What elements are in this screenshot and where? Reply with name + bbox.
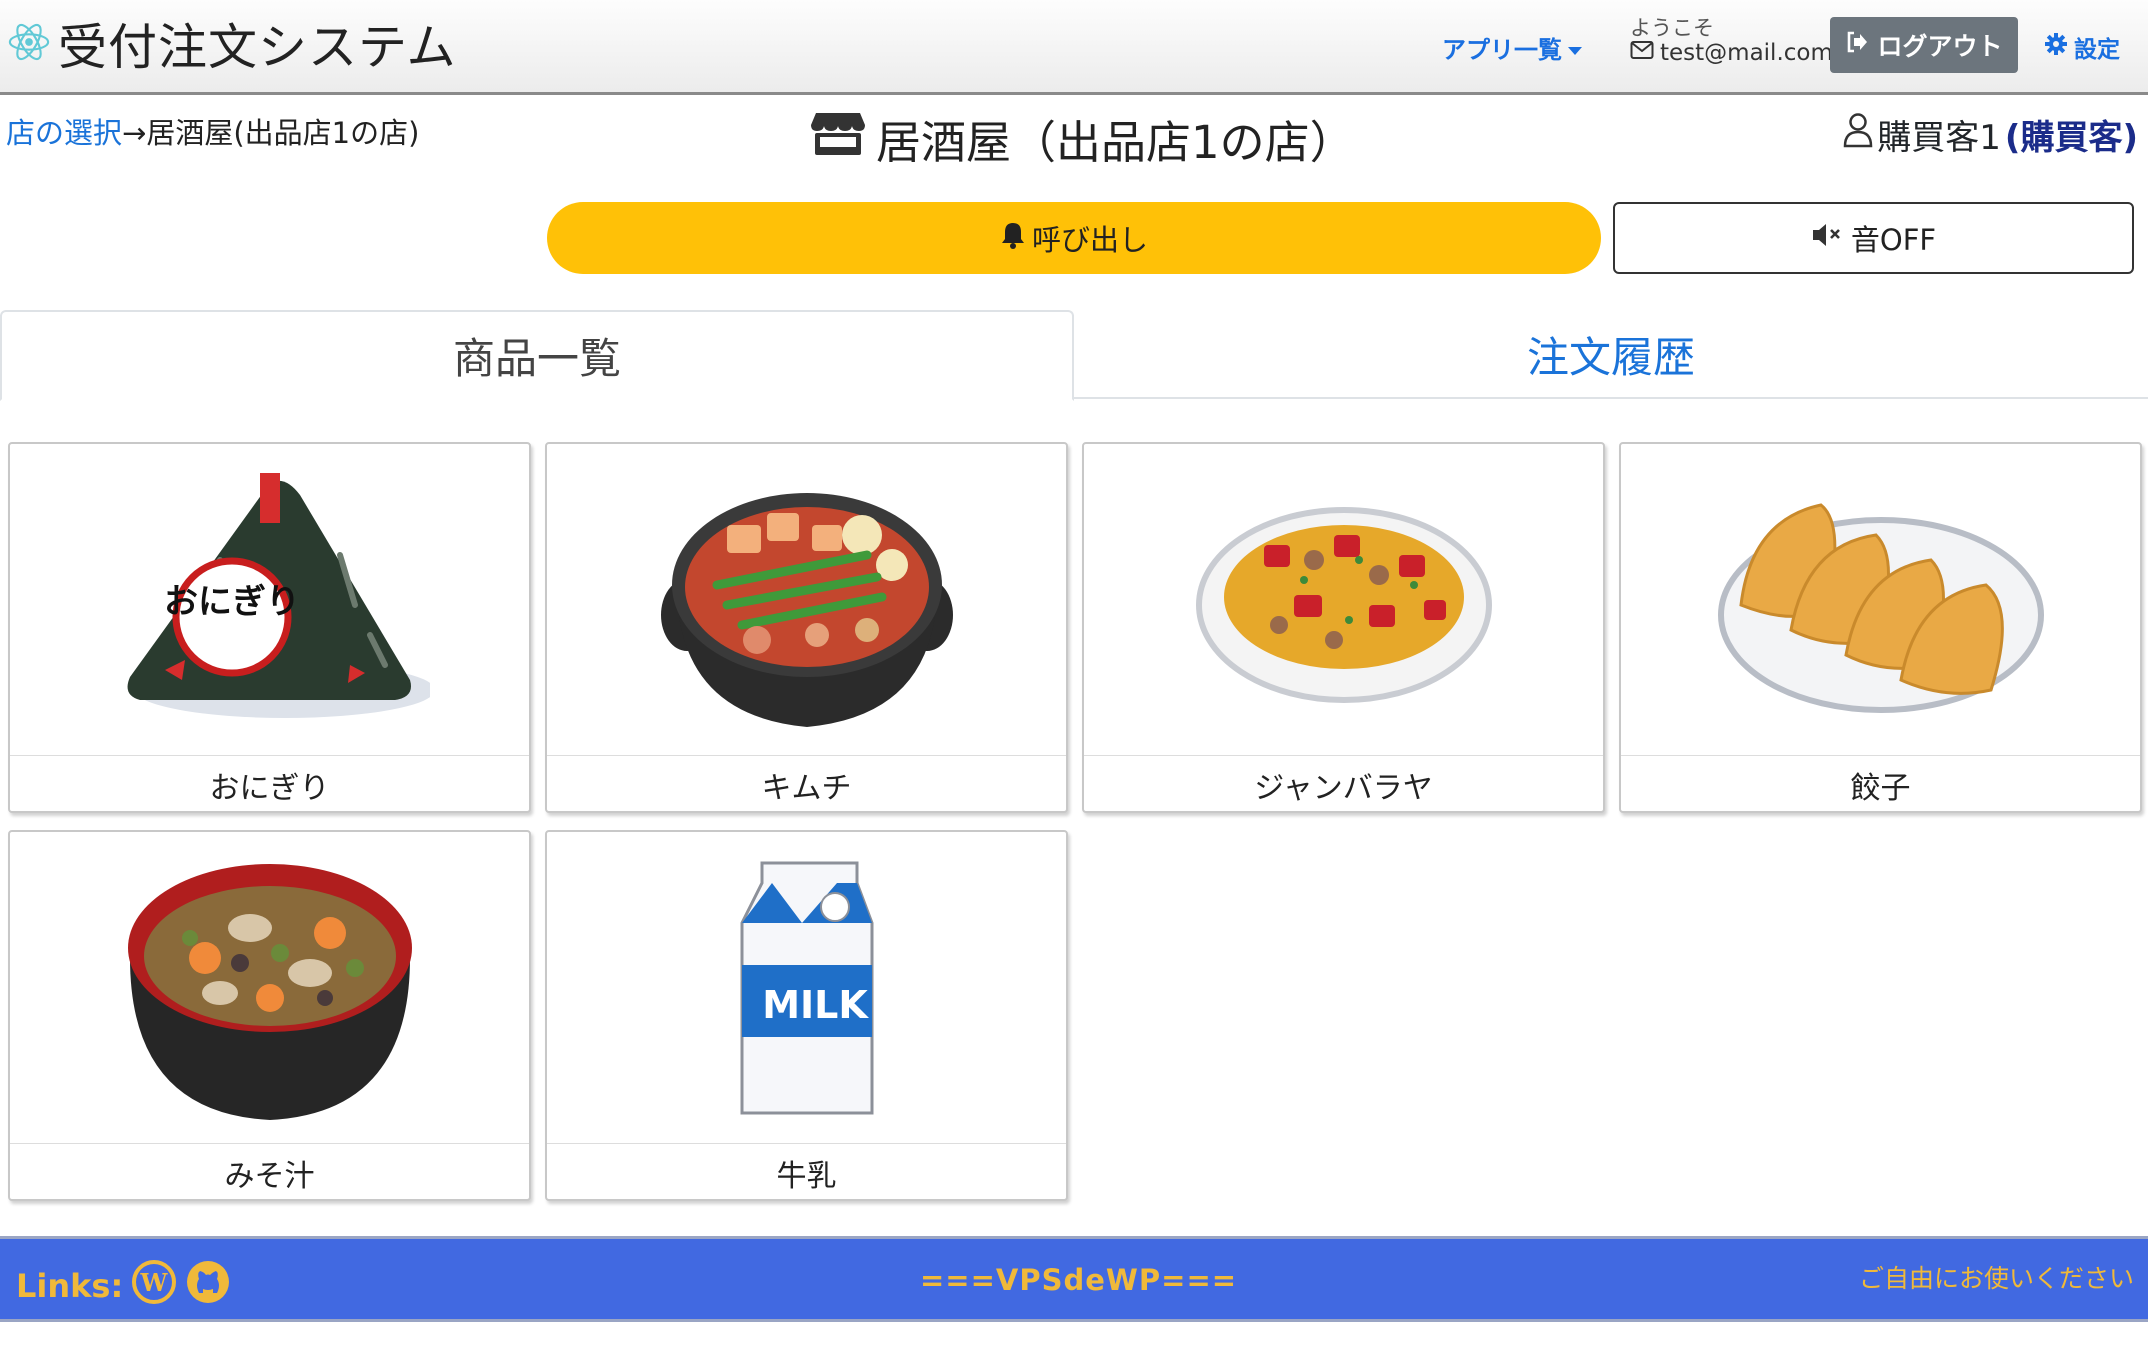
onigiri-image: おにぎり bbox=[10, 444, 529, 756]
app-list-label: アプリ一覧 bbox=[1442, 36, 1562, 64]
app-list-dropdown[interactable]: アプリ一覧 bbox=[1442, 30, 1582, 65]
user-info: 購買客1 (購買客) bbox=[1843, 110, 2138, 159]
tab-order-history[interactable]: 注文履歴 bbox=[1074, 310, 2148, 399]
user-name: 購買客1 bbox=[1877, 118, 2001, 158]
email-text: test@mail.com bbox=[1660, 40, 1833, 66]
tab-products[interactable]: 商品一覧 bbox=[0, 310, 1074, 401]
sign-out-icon bbox=[1845, 30, 1869, 61]
logout-button[interactable]: ログアウト bbox=[1830, 17, 2018, 73]
breadcrumb-current: →居酒屋(出品店1の店) bbox=[122, 116, 420, 150]
footer: Links: W ===VPSdeWP=== ご自由にお使いください bbox=[0, 1236, 2148, 1322]
footer-links: Links: W bbox=[16, 1259, 231, 1313]
links-label: Links: bbox=[16, 1267, 124, 1305]
product-name: ジャンバラヤ bbox=[1254, 771, 1433, 806]
user-icon bbox=[1843, 112, 1873, 157]
react-logo-icon bbox=[6, 19, 52, 69]
footer-center-text: ===VPSdeWP=== bbox=[920, 1263, 1238, 1297]
gear-icon bbox=[2044, 32, 2068, 62]
sound-label: 音OFF bbox=[1850, 223, 1937, 257]
tab-bar: 商品一覧 注文履歴 bbox=[0, 310, 2148, 401]
volume-mute-icon bbox=[1811, 221, 1845, 255]
caret-down-icon bbox=[1568, 47, 1582, 55]
gyoza-image bbox=[1621, 444, 2140, 756]
product-card[interactable]: 餃子 bbox=[1619, 442, 2142, 813]
product-name: キムチ bbox=[761, 771, 852, 806]
product-name: おにぎり bbox=[209, 771, 330, 806]
envelope-icon bbox=[1630, 40, 1654, 66]
store-icon bbox=[810, 109, 866, 168]
product-name: みそ汁 bbox=[224, 1159, 315, 1194]
kimchi-nabe-image bbox=[547, 444, 1066, 756]
bell-icon bbox=[1000, 221, 1026, 256]
user-email: test@mail.com bbox=[1630, 40, 1833, 66]
product-name: 牛乳 bbox=[776, 1159, 837, 1194]
svg-text:W: W bbox=[140, 1268, 169, 1297]
sound-toggle-button[interactable]: 音OFF bbox=[1613, 202, 2134, 274]
product-name: 餃子 bbox=[1850, 771, 1911, 806]
wordpress-icon[interactable]: W bbox=[131, 1259, 177, 1313]
breadcrumb-shop-select-link[interactable]: 店の選択 bbox=[6, 116, 122, 150]
onigiri-label-text: おにぎり bbox=[164, 582, 300, 622]
app-brand[interactable]: 受付注文システム bbox=[6, 8, 457, 79]
milk-label-text: MILK bbox=[762, 983, 869, 1027]
github-icon[interactable] bbox=[185, 1259, 231, 1313]
footer-right-text: ご自由にお使いください bbox=[1858, 1264, 2134, 1293]
jambalaya-image bbox=[1084, 444, 1603, 756]
product-card[interactable]: みそ汁 bbox=[8, 830, 531, 1201]
shop-title: 居酒屋（出品店1の店） bbox=[810, 106, 1355, 171]
shop-title-text: 居酒屋（出品店1の店） bbox=[876, 116, 1355, 169]
settings-link[interactable]: 設定 bbox=[2044, 30, 2120, 64]
product-card[interactable]: おにぎり おにぎり bbox=[8, 442, 531, 813]
product-card[interactable]: MILK 牛乳 bbox=[545, 830, 1068, 1201]
user-role: (購買客) bbox=[2004, 118, 2138, 158]
call-label: 呼び出し bbox=[1031, 223, 1148, 257]
breadcrumb: 店の選択→居酒屋(出品店1の店) bbox=[6, 110, 419, 152]
milk-carton-image: MILK bbox=[547, 832, 1066, 1144]
welcome-text: ようこそ bbox=[1630, 16, 1714, 40]
logout-label: ログアウト bbox=[1877, 33, 2003, 61]
app-title: 受付注文システム bbox=[58, 19, 457, 76]
product-card[interactable]: ジャンバラヤ bbox=[1082, 442, 1605, 813]
product-card[interactable]: キムチ bbox=[545, 442, 1068, 813]
settings-label: 設定 bbox=[2074, 37, 2120, 63]
navbar: 受付注文システム アプリ一覧 ようこそ test@mail.com ログアウト … bbox=[0, 0, 2148, 95]
miso-soup-image bbox=[10, 832, 529, 1144]
call-staff-button[interactable]: 呼び出し bbox=[547, 202, 1601, 274]
